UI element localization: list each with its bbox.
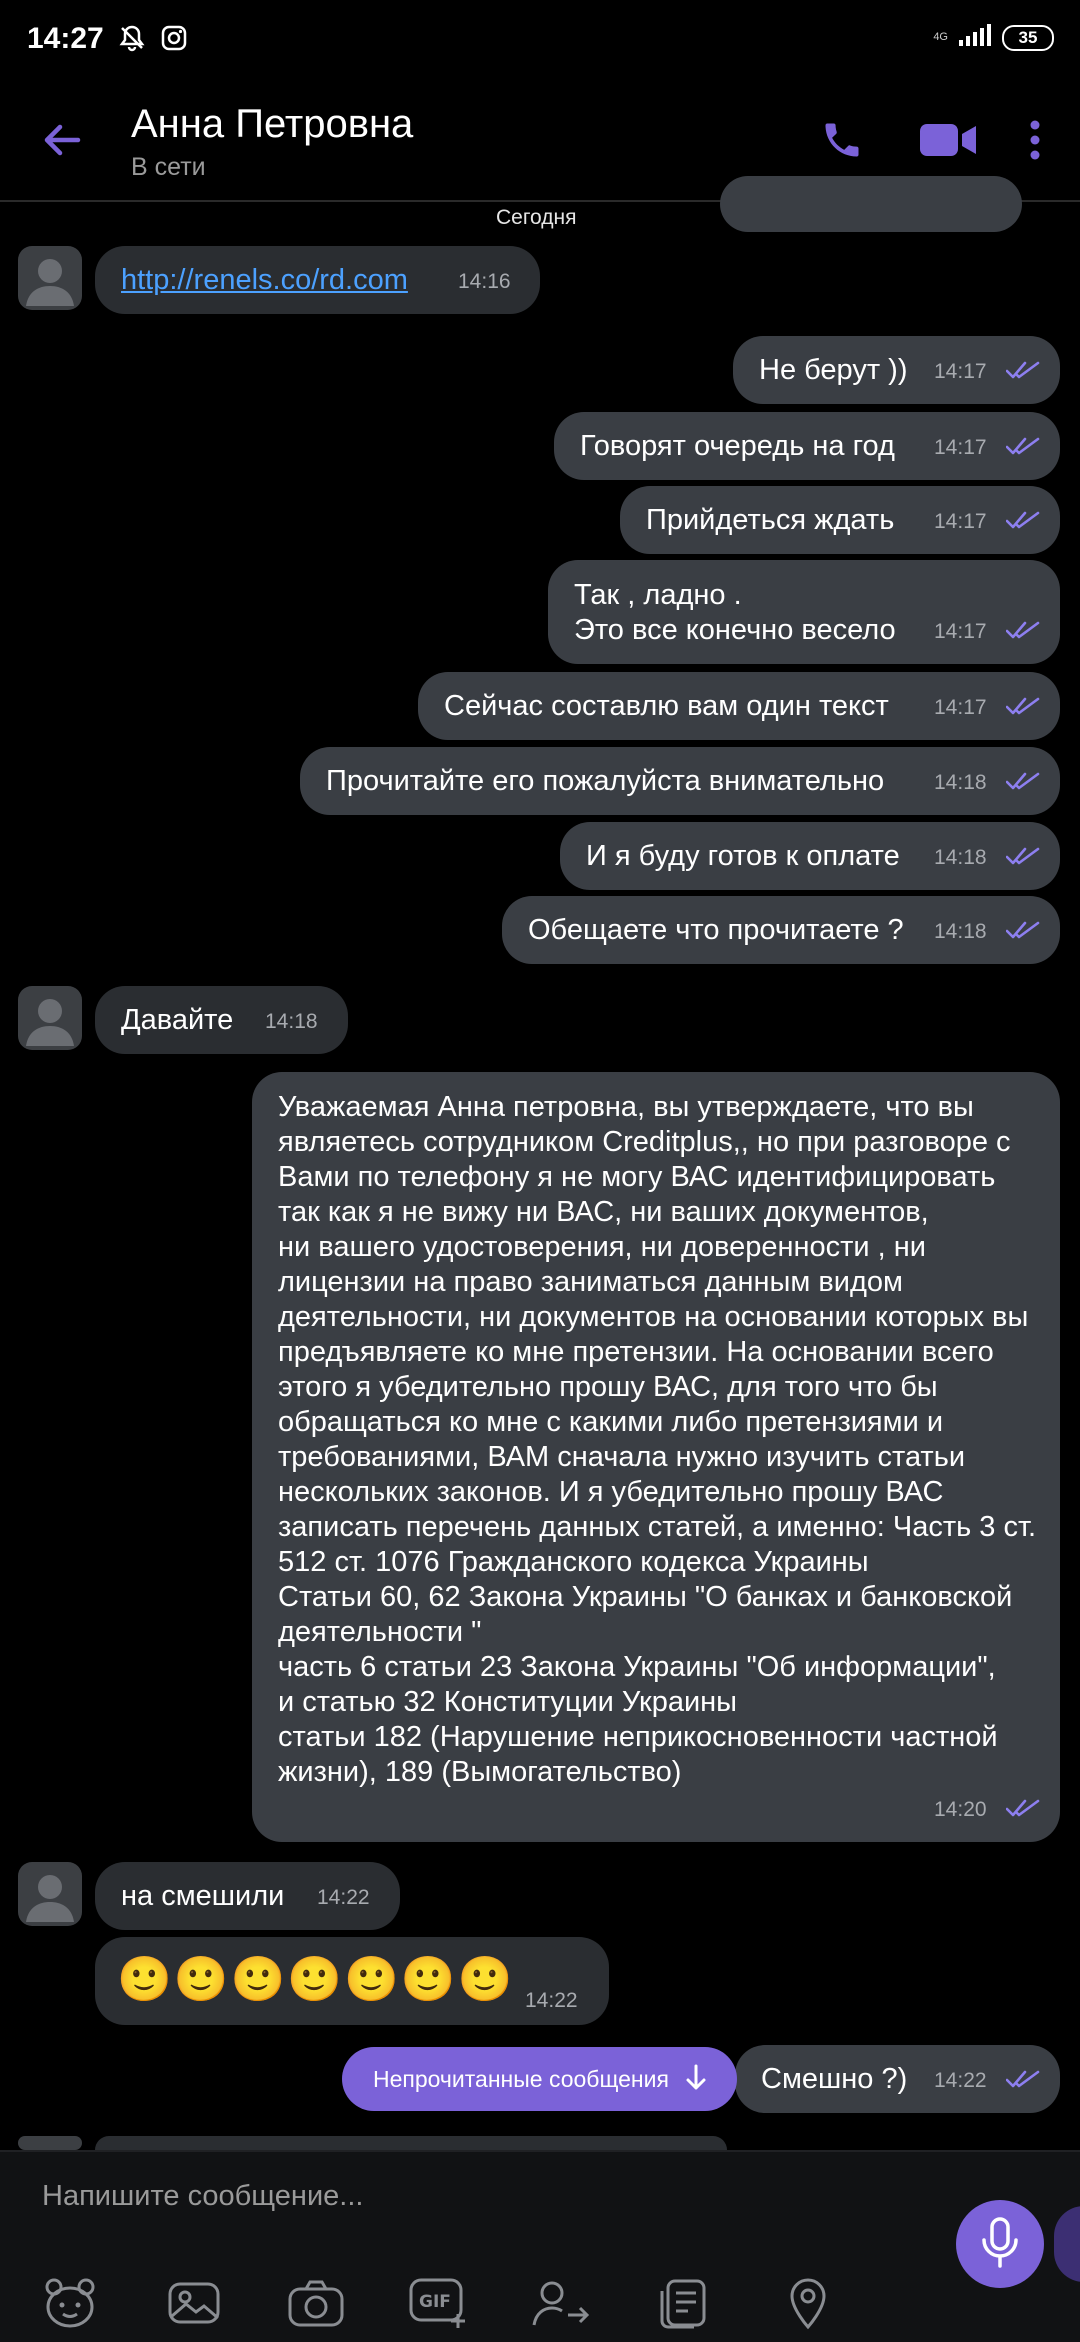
message-text: Прийдеться ждать — [646, 504, 895, 536]
emoji-row: 🙂🙂🙂🙂🙂🙂🙂 — [117, 1955, 515, 2004]
message-time: 14:17 — [934, 696, 987, 719]
message-text: Сейчас составлю вам один текст — [444, 690, 889, 722]
read-ticks-icon — [1005, 771, 1040, 796]
message-time: 14:18 — [934, 920, 987, 943]
message-time: 14:22 — [525, 1989, 578, 2012]
back-arrow-icon[interactable] — [40, 118, 84, 167]
message-bubble-out[interactable]: И я буду готов к оплате 14:18 — [560, 822, 1060, 890]
microphone-icon — [978, 2216, 1022, 2273]
message-time: 14:22 — [934, 2069, 987, 2092]
partial-previous-bubble — [720, 176, 1022, 232]
network-label: 4G — [933, 31, 948, 43]
message-time: 14:18 — [934, 846, 987, 869]
message-time: 14:22 — [317, 1886, 370, 1909]
message-bubble-in[interactable]: Давайте 14:18 — [95, 986, 348, 1054]
unread-messages-button[interactable]: Непрочитанные сообщения — [342, 2047, 737, 2111]
message-bubble-out[interactable]: Обещаете что прочитаете ? 14:18 — [502, 896, 1060, 964]
read-ticks-icon — [1005, 620, 1040, 645]
message-bubble-out-long[interactable]: Уважаемая Анна петровна, вы утверждаете,… — [252, 1072, 1060, 1842]
contact-name[interactable]: Анна Петровна — [131, 102, 413, 147]
message-time: 14:16 — [458, 270, 511, 293]
message-time: 14:17 — [934, 360, 987, 383]
svg-text:GIF: GIF — [419, 2292, 451, 2312]
microphone-button[interactable] — [956, 2200, 1044, 2288]
share-contact-icon[interactable] — [530, 2273, 590, 2333]
read-ticks-icon — [1005, 436, 1040, 461]
avatar-partial — [18, 2136, 82, 2150]
avatar[interactable] — [18, 986, 82, 1050]
message-bubble-out[interactable]: Прочитайте его пожалуйста внимательно 14… — [300, 747, 1060, 815]
arrow-down-icon — [682, 2063, 710, 2099]
unread-messages-label: Непрочитанные сообщения — [373, 2066, 669, 2092]
message-text: Говорят очередь на год — [580, 430, 895, 462]
message-text: Не берут )) — [759, 354, 908, 386]
read-ticks-icon — [1005, 1798, 1040, 1823]
location-icon[interactable] — [778, 2273, 838, 2333]
status-notification-icons — [118, 24, 188, 57]
message-text: Давайте — [121, 1004, 234, 1036]
camera-icon[interactable] — [286, 2273, 346, 2333]
message-text: Уважаемая Анна петровна, вы утверждаете,… — [278, 1091, 1037, 1788]
message-text: Смешно ?) — [761, 2063, 908, 2095]
read-ticks-icon — [1005, 920, 1040, 945]
message-time: 14:17 — [934, 436, 987, 459]
message-text: Обещаете что прочитаете ? — [528, 914, 904, 946]
message-time: 14:18 — [265, 1010, 318, 1033]
phone-call-icon[interactable] — [820, 118, 864, 167]
read-ticks-icon — [1005, 846, 1040, 871]
message-text: Так , ладно . Это все конечно весело — [574, 579, 896, 646]
message-time: 14:17 — [934, 620, 987, 643]
message-bubble-out[interactable]: Не берут )) 14:17 — [733, 336, 1060, 404]
contact-status: В сети — [131, 153, 206, 181]
video-call-icon[interactable] — [918, 120, 978, 165]
message-text: Прочитайте его пожалуйста внимательно — [326, 765, 885, 797]
message-time: 14:20 — [934, 1798, 987, 1821]
signal-icon — [958, 22, 992, 53]
message-link[interactable]: http://renels.co/rd.com — [121, 263, 408, 298]
message-bubble-in[interactable]: http://renels.co/rd.com 14:16 — [95, 246, 540, 314]
message-text: И я буду готов к оплате — [586, 840, 900, 872]
read-ticks-icon — [1005, 510, 1040, 535]
avatar[interactable] — [18, 246, 82, 310]
message-bubble-in[interactable]: на смешили 14:22 — [95, 1862, 400, 1930]
avatar[interactable] — [18, 1862, 82, 1926]
date-separator: Сегодня — [496, 206, 577, 229]
message-bubble-in-emoji[interactable]: 🙂🙂🙂🙂🙂🙂🙂 14:22 — [95, 1937, 609, 2025]
gallery-icon[interactable] — [164, 2273, 224, 2333]
battery-indicator: 35 — [1002, 24, 1054, 51]
message-bubble-out[interactable]: Смешно ?) 14:22 — [735, 2045, 1060, 2113]
more-tools-icon[interactable] — [656, 2273, 716, 2333]
status-time: 14:27 — [27, 22, 104, 55]
instagram-icon — [160, 24, 188, 57]
message-bubble-out[interactable]: Так , ладно . Это все конечно весело 14:… — [548, 560, 1060, 664]
gif-icon[interactable]: GIF — [408, 2273, 468, 2333]
message-bubble-out[interactable]: Говорят очередь на год 14:17 — [554, 412, 1060, 480]
read-ticks-icon — [1005, 360, 1040, 385]
message-time: 14:18 — [934, 771, 987, 794]
message-bubble-out[interactable]: Сейчас составлю вам один текст 14:17 — [418, 672, 1060, 740]
message-time: 14:17 — [934, 510, 987, 533]
message-bubble-out[interactable]: Прийдеться ждать 14:17 — [620, 486, 1060, 554]
read-ticks-icon — [1005, 2069, 1040, 2094]
notifications-muted-icon — [118, 24, 146, 57]
read-ticks-icon — [1005, 696, 1040, 721]
message-bubble-partial — [95, 2136, 727, 2150]
message-input[interactable]: Напишите сообщение... — [42, 2180, 363, 2213]
more-options-icon[interactable] — [1028, 118, 1042, 167]
message-text: на смешили — [121, 1880, 285, 1912]
status-right-group: 4G 35 — [933, 22, 1054, 53]
sticker-icon[interactable] — [40, 2273, 100, 2333]
